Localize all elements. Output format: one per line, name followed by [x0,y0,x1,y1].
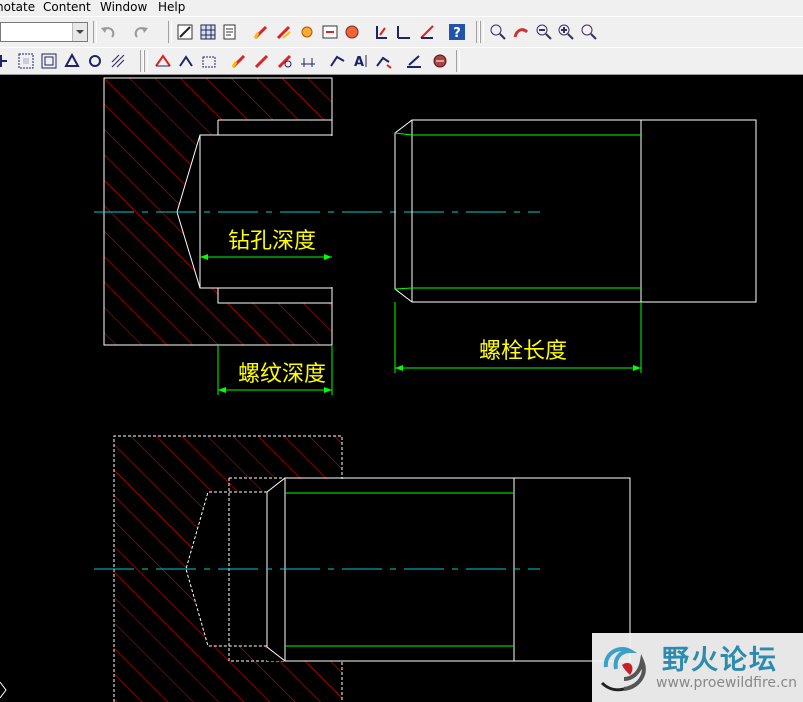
watermark-title: 野火论坛 [662,645,778,676]
thread-depth-label: 螺纹深度 [238,362,326,387]
hatch-edit-icon[interactable] [177,52,195,70]
dim-arrow-left [200,254,208,260]
dim-arrow-right [633,365,641,371]
bolt-part[interactable] [394,119,757,303]
menu-window[interactable]: Window [100,0,147,15]
drill-depth-label: 钻孔深度 [228,229,316,254]
text-icon[interactable] [375,52,393,70]
bolt-length-label: 螺栓长度 [479,339,567,364]
menu-annotate[interactable]: notate [0,0,35,15]
otrack-icon[interactable] [109,52,127,70]
bolt-outline [394,119,757,303]
menu-content[interactable]: Content [43,0,91,15]
dim-arrow-left [395,365,403,371]
zoom-all-icon[interactable] [580,23,598,41]
assembly-bolt-fill [267,479,630,661]
watermark-url: www.proewildfire.cn [656,675,798,691]
menu-help[interactable]: Help [158,0,185,15]
flame-logo-icon [600,647,646,692]
standard-toolbar: ? [0,16,803,48]
toolbar-separator [93,21,97,43]
ucs-icon [0,681,7,699]
file-list-icon[interactable] [221,23,239,41]
point-icon[interactable] [230,52,248,70]
ortho-icon[interactable] [40,52,58,70]
watermark: 野火论坛 www.proewildfire.cn [592,633,803,702]
snap-icon[interactable] [0,52,10,70]
zoom-out-icon[interactable] [535,23,553,41]
toolbar-separator [168,21,172,43]
align-icon[interactable] [418,23,436,41]
pen-edit-icon[interactable] [275,23,293,41]
help-icon[interactable]: ? [448,23,466,41]
dim-arrow-right [324,254,332,260]
undo-icon[interactable] [99,23,117,41]
dim-arrow-right [324,387,332,393]
chevron-down-icon[interactable] [72,23,87,41]
osnap-icon[interactable] [86,52,104,70]
zoom-window-icon[interactable] [557,23,575,41]
node-icon[interactable] [298,23,316,41]
draw-toolbar: A [0,47,803,75]
dim-drill-depth[interactable]: 钻孔深度 [200,229,332,260]
svg-text:?: ? [453,26,461,41]
pen-curve-icon[interactable] [329,52,347,70]
hatch-icon[interactable] [154,52,172,70]
bolt-chamfer-top [394,132,413,136]
angle-icon[interactable] [395,23,413,41]
menu-bar: notate Content Window Help [0,0,803,16]
dim-thread-depth[interactable]: 螺纹深度 [217,345,333,395]
polar-icon[interactable] [63,52,81,70]
toolbar-separator [144,50,148,72]
redo-icon[interactable] [132,23,150,41]
drawing-canvas[interactable]: 钻孔深度 螺纹深度 螺栓长度 [0,74,803,702]
zoom-pan-icon[interactable] [512,23,530,41]
line-style-icon[interactable] [176,23,194,41]
leader-icon[interactable] [405,52,423,70]
dimension-icon[interactable] [253,52,271,70]
grid-table-icon[interactable] [199,23,217,41]
rotate-icon[interactable] [343,23,361,41]
hole-hatch-bottom [218,303,332,345]
svg-text:A: A [354,55,364,70]
dim-bolt-length[interactable]: 螺栓长度 [394,302,642,373]
boundary-icon[interactable] [200,52,218,70]
properties-icon[interactable] [431,52,449,70]
grid-snap-icon[interactable] [17,52,35,70]
toolbar-separator [480,21,484,43]
layer-combo[interactable] [0,22,88,42]
move-icon[interactable] [321,23,339,41]
toolbar-separator [456,50,460,72]
pen-tool-icon[interactable] [276,52,294,70]
zoom-in-icon[interactable] [489,23,507,41]
assembly-section[interactable] [94,435,631,702]
ruler-icon[interactable] [373,23,391,41]
dim-linear-icon[interactable]: A [352,52,370,70]
pen-angle-icon[interactable] [299,52,317,70]
pen-icon[interactable] [252,23,270,41]
bolt-chamfer-bottom [394,287,413,290]
dim-arrow-left [218,387,226,393]
